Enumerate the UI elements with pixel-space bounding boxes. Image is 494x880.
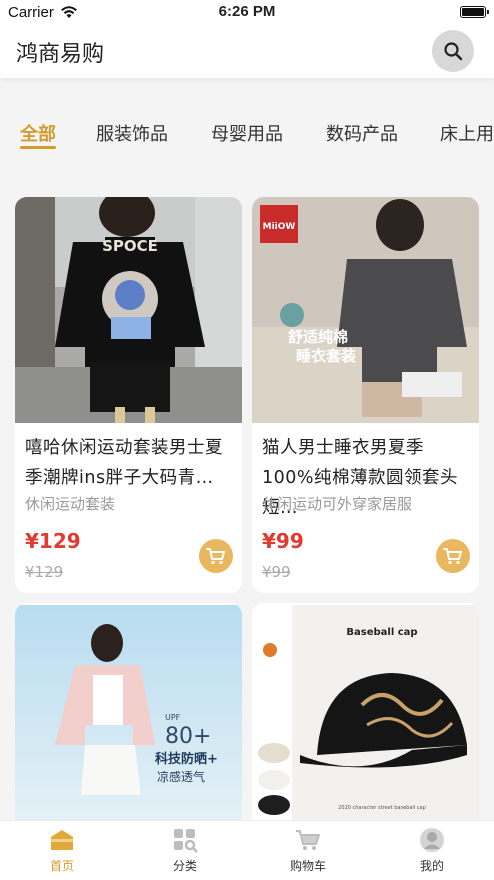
active-tab-indicator xyxy=(20,146,56,149)
tab-cart-label: 购物车 xyxy=(289,859,326,873)
product-image: MiiOW 舒适纯棉 睡衣套装 xyxy=(252,197,479,423)
image-text: 舒适纯棉 xyxy=(288,328,348,346)
tab-baby[interactable]: 母婴用品 xyxy=(211,120,283,156)
product-title: 嘻哈休闲运动套装男士夏季潮牌ins胖子大码青… xyxy=(25,438,223,488)
image-text: UPF xyxy=(165,713,181,722)
product-card[interactable]: SPOCE 嘻哈休闲运动套装男士夏季潮牌ins胖子大码青… 休闲运动套装 ¥12… xyxy=(15,197,242,593)
product-image: UPF 80+ 科技防晒+ 凉感透气 xyxy=(15,605,242,833)
product-card[interactable]: MiiOW 舒适纯棉 睡衣套装 猫人男士睡衣男夏季100%纯棉薄款圆领套头短… … xyxy=(252,197,479,593)
tab-all[interactable]: 全部 xyxy=(20,120,56,156)
app-title: 鸿商易购 xyxy=(16,42,105,67)
app-header: 鸿商易购 xyxy=(0,26,494,78)
product-image: Baseball cap 2020 character street baseb… xyxy=(252,605,479,833)
tab-bedding[interactable]: 床上用 xyxy=(440,120,494,156)
battery-icon xyxy=(460,6,489,18)
image-text: 睡衣套装 xyxy=(296,347,357,365)
image-text: 科技防晒+ xyxy=(155,751,218,767)
product-subtitle: 休闲运动套装 xyxy=(25,495,116,513)
image-text: 2020 character street baseball cap xyxy=(338,805,426,811)
cart-icon xyxy=(206,548,225,565)
status-bar: Carrier 6:26 PM xyxy=(0,0,494,26)
category-icon xyxy=(174,829,198,853)
tab-apparel[interactable]: 服装饰品 xyxy=(96,120,168,156)
add-to-cart-button[interactable] xyxy=(436,539,470,573)
tab-cart[interactable]: 购物车 xyxy=(268,827,348,874)
product-card[interactable]: UPF 80+ 科技防晒+ 凉感透气 xyxy=(15,603,242,833)
category-tabs: 全部 服装饰品 母婴用品 数码产品 床上用 xyxy=(0,108,494,158)
search-button[interactable] xyxy=(432,30,474,72)
cart-icon xyxy=(296,830,320,850)
tab-home-label: 首页 xyxy=(49,859,74,873)
product-original-price: ¥99 xyxy=(262,563,291,581)
tab-digital[interactable]: 数码产品 xyxy=(326,120,398,156)
product-price: ¥129 xyxy=(25,529,81,553)
add-to-cart-button[interactable] xyxy=(199,539,233,573)
product-subtitle: 休闲运动可外穿家居服 xyxy=(262,495,413,513)
status-time: 6:26 PM xyxy=(218,3,276,20)
cart-icon xyxy=(443,548,462,565)
tab-home[interactable]: 首页 xyxy=(22,827,102,874)
tab-category[interactable]: 分类 xyxy=(145,827,225,874)
tab-category-label: 分类 xyxy=(172,859,197,873)
product-original-price: ¥129 xyxy=(25,563,64,581)
tab-profile-label: 我的 xyxy=(419,859,444,873)
brand-logo-text: MiiOW xyxy=(263,222,296,232)
tab-profile[interactable]: 我的 xyxy=(392,827,472,874)
product-card[interactable]: Baseball cap 2020 character street baseb… xyxy=(252,603,479,833)
profile-icon xyxy=(420,828,444,852)
image-text: 80+ xyxy=(165,724,211,749)
image-text: 凉感透气 xyxy=(157,769,205,784)
image-text: Baseball cap xyxy=(346,627,417,638)
home-icon xyxy=(51,830,73,850)
search-icon xyxy=(444,42,463,61)
bottom-tab-bar: 首页 分类 购物车 我的 xyxy=(0,820,494,880)
shirt-print-text: SPOCE xyxy=(102,237,158,255)
product-price: ¥99 xyxy=(262,529,304,553)
product-image: SPOCE xyxy=(15,197,242,423)
